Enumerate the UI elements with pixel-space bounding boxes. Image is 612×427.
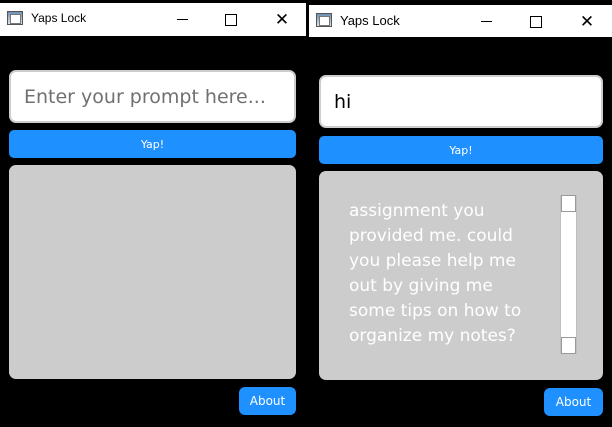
app-window-icon (316, 13, 332, 27)
title-bar[interactable]: Yaps Lock ✕ (0, 3, 306, 36)
about-button[interactable]: About (239, 387, 296, 415)
output-area (9, 165, 296, 379)
minimize-icon[interactable] (159, 3, 205, 36)
yap-button[interactable]: Yap! (9, 130, 296, 158)
yap-button[interactable]: Yap! (319, 136, 603, 164)
scrollbar[interactable] (560, 195, 577, 354)
app-window-empty: Yaps Lock ✕ Yap! About (0, 0, 306, 427)
maximize-icon[interactable] (208, 3, 254, 36)
title-bar[interactable]: Yaps Lock ✕ (309, 5, 612, 37)
app-window-icon (7, 11, 23, 25)
prompt-input[interactable] (319, 75, 603, 128)
scroll-up-button[interactable] (561, 195, 576, 212)
about-button[interactable]: About (544, 388, 603, 416)
output-area: assignment you provided me. could you pl… (319, 171, 603, 380)
close-icon[interactable]: ✕ (259, 3, 305, 36)
scroll-down-button[interactable] (561, 337, 576, 354)
prompt-input[interactable] (9, 70, 296, 123)
screenshot: Yaps Lock ✕ Yap! About Yaps Lock ✕ Yap! … (0, 0, 612, 427)
close-icon[interactable]: ✕ (564, 5, 610, 38)
window-title: Yaps Lock (340, 13, 400, 28)
maximize-icon[interactable] (513, 5, 559, 38)
window-title: Yaps Lock (31, 11, 87, 25)
output-text: assignment you provided me. could you pl… (349, 201, 522, 346)
minimize-icon[interactable] (463, 5, 509, 38)
app-window-response: Yaps Lock ✕ Yap! assignment you provided… (309, 0, 612, 427)
